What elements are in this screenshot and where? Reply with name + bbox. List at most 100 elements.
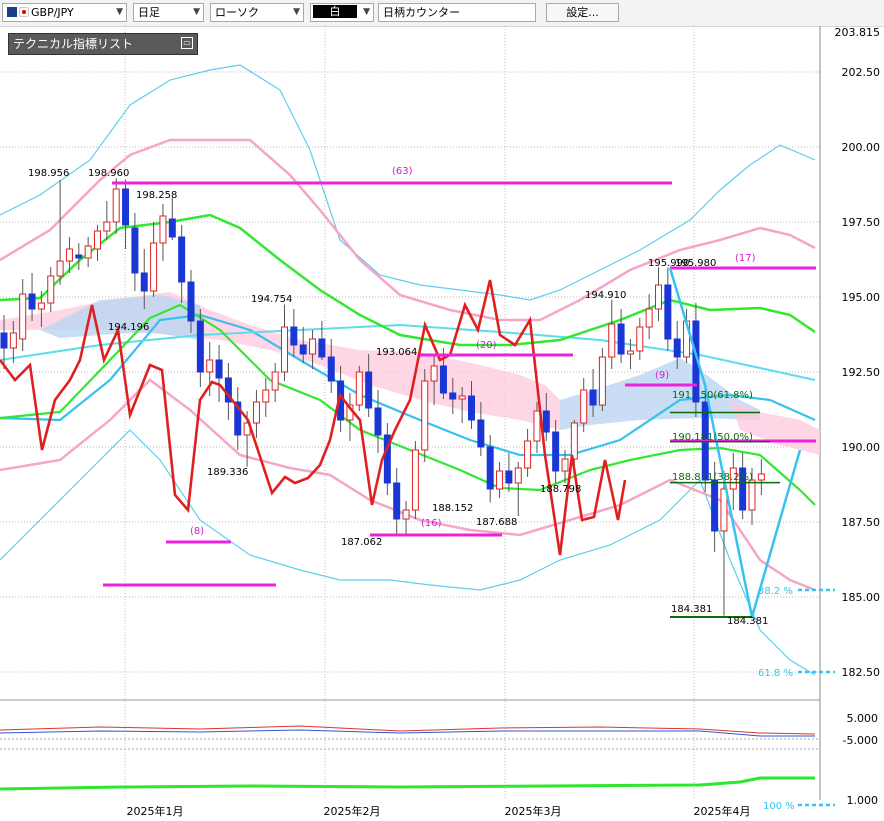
price-label: 184.381 — [727, 616, 768, 627]
candle-color-select[interactable]: 白 ▼ — [310, 3, 374, 22]
price-label: 187.688 — [476, 517, 517, 528]
candle-body — [757, 473, 765, 481]
candle-body — [402, 509, 410, 520]
candle-body — [458, 395, 466, 400]
chevron-down-icon: ▼ — [293, 7, 300, 17]
timeframe-label: 日足 — [138, 6, 160, 19]
candle-body — [374, 407, 382, 436]
price-labels: 198.956 198.960 198.258 194.196 194.754 189.3… — [28, 166, 795, 812]
candle-body — [252, 401, 260, 424]
counter-label: 日柄カウンター — [383, 6, 460, 19]
candle-body — [570, 422, 578, 460]
sub-tick-label: -5.000 — [843, 734, 878, 747]
minimize-icon[interactable]: ▭ — [181, 37, 193, 49]
candle-body — [496, 470, 504, 490]
candle-body — [187, 281, 195, 322]
candle-body — [711, 479, 719, 532]
price-label: 198.956 — [28, 168, 69, 179]
candle-body — [617, 323, 625, 355]
candle-body — [552, 431, 560, 472]
symbol-select[interactable]: GBP/JPY ▼ — [2, 3, 127, 22]
y-tick-label: 185.00 — [842, 591, 881, 604]
fib-pct-label: 38.2 % — [758, 586, 793, 597]
candle-body — [47, 275, 55, 304]
candle-body — [524, 440, 532, 469]
price-label: 187.062 — [341, 537, 382, 548]
indicator-list-title: テクニカル指標リスト — [13, 37, 134, 51]
candle-body — [636, 326, 644, 352]
y-tick-label: 182.50 — [842, 666, 881, 679]
candle-body — [206, 359, 214, 373]
price-label: 189.336 — [207, 467, 248, 478]
symbol-label: GBP/JPY — [31, 6, 74, 19]
indicator-list-panel[interactable]: テクニカル指標リスト ▭ — [8, 33, 198, 55]
chart-style-select[interactable]: ローソク ▼ — [210, 3, 304, 22]
candle-body — [0, 332, 8, 349]
candle-body — [589, 389, 597, 406]
candle-body — [56, 260, 64, 277]
chevron-down-icon: ▼ — [193, 7, 200, 17]
candle-body — [505, 470, 513, 484]
toolbar: GBP/JPY ▼ 日足 ▼ ローソク ▼ 白 ▼ 日柄カウンター 設定... — [0, 0, 884, 27]
candle-body — [65, 248, 73, 262]
candle-body — [430, 365, 438, 382]
candle-body — [262, 389, 270, 403]
candle-body — [271, 371, 279, 391]
counter-field[interactable]: 日柄カウンター — [378, 3, 536, 22]
timeframe-select[interactable]: 日足 ▼ — [133, 3, 204, 22]
x-tick-label: 2025年4月 — [694, 804, 751, 818]
candle-body — [421, 380, 429, 451]
sub-line-green — [0, 776, 815, 791]
y-tick-label: 192.50 — [842, 366, 881, 379]
candle-body — [318, 338, 326, 358]
settings-button[interactable]: 設定... — [546, 3, 619, 22]
candle-body — [748, 479, 756, 511]
y-tick-label: 200.00 — [842, 141, 881, 154]
price-label: 198.960 — [88, 168, 129, 179]
price-label: 188.152 — [432, 503, 473, 514]
sub-tick-label: 5.000 — [847, 712, 879, 725]
x-tick-label: 2025年3月 — [505, 804, 562, 818]
y-tick-label: 197.50 — [842, 216, 881, 229]
candle-body — [664, 284, 672, 340]
candle-body — [327, 356, 335, 382]
price-label: 193.064 — [376, 347, 417, 358]
candle-body — [112, 188, 120, 223]
uk-flag-icon — [7, 7, 17, 17]
candle-body — [533, 410, 541, 442]
count-label: (16) — [421, 518, 442, 529]
price-chart[interactable]: 198.956 198.960 198.258 194.196 194.754 189.3… — [0, 26, 884, 821]
candle-body — [626, 350, 634, 355]
candle-body — [94, 230, 101, 250]
y-tick-label: 187.50 — [842, 516, 881, 529]
candle-body — [215, 359, 223, 379]
candle-body — [84, 245, 92, 259]
chevron-down-icon: ▼ — [116, 7, 123, 17]
count-label: (8) — [190, 526, 204, 537]
candle-body — [365, 371, 373, 409]
count-label: (17) — [735, 253, 756, 264]
candle-body — [140, 272, 148, 292]
price-label: 194.754 — [251, 294, 292, 305]
price-label: 184.381 — [671, 604, 712, 615]
fib-label: 190.181(50.0%) — [672, 432, 753, 443]
x-axis: 2025年1月 2025年2月 2025年3月 2025年4月 — [127, 804, 751, 818]
price-label: 195.980 — [675, 258, 716, 269]
candle-body — [159, 215, 167, 244]
candle-body — [486, 446, 494, 490]
count-label: (63) — [392, 166, 413, 177]
x-tick-label: 2025年1月 — [127, 804, 184, 818]
bollinger-lower-2 — [0, 429, 816, 676]
price-label: 188.798 — [540, 484, 581, 495]
candle-body — [439, 365, 447, 394]
y-axis: 203.815 202.50 200.00 197.50 195.00 192.50 190… — [835, 26, 881, 679]
candle-color-label: 白 — [313, 5, 357, 18]
count-label: (20) — [476, 340, 497, 351]
fib-pct-label: 100 % — [763, 801, 795, 812]
candle-body — [281, 326, 288, 373]
candle-body — [355, 371, 363, 406]
candle-body — [449, 392, 457, 400]
candle-body — [411, 449, 419, 511]
candle-body — [580, 389, 588, 424]
candle-body — [598, 356, 606, 406]
